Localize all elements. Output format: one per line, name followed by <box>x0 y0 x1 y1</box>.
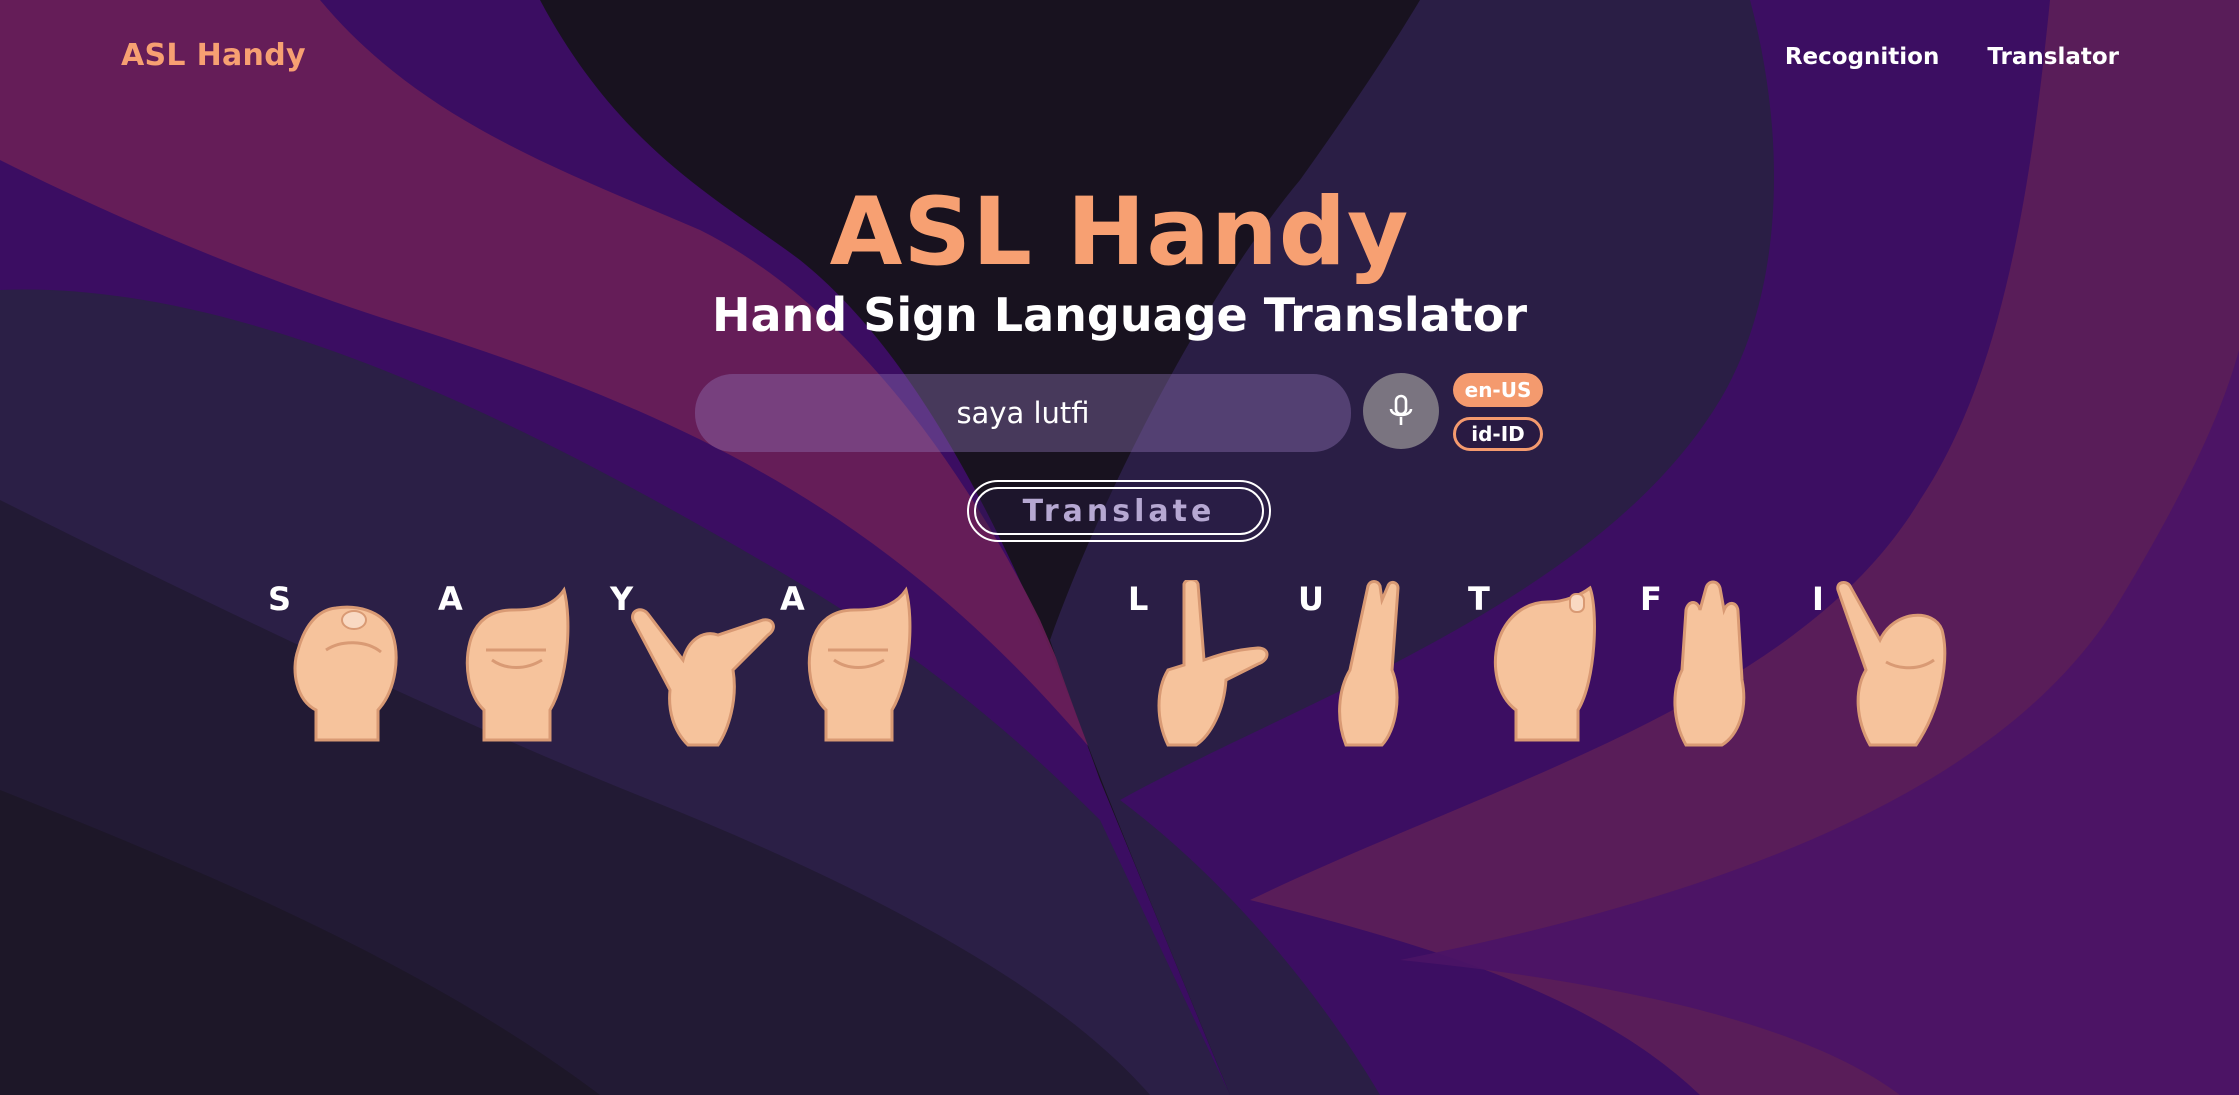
asl-a-hand-icon <box>465 586 570 742</box>
sign-item: T <box>1468 580 1608 760</box>
sign-item: A <box>780 580 920 760</box>
microphone-icon <box>1389 394 1413 425</box>
asl-u-hand-icon <box>1338 580 1400 747</box>
asl-t-hand-icon <box>1494 585 1596 742</box>
microphone-button[interactable] <box>1363 373 1439 449</box>
nav-link-translator[interactable]: Translator <box>1987 44 2119 70</box>
sign-item: L <box>1128 580 1269 760</box>
sign-letter: I <box>1812 580 1824 618</box>
asl-s-hand-icon <box>293 605 398 742</box>
sign-output: S A Y A L U T F I <box>0 580 2239 760</box>
sign-item: Y <box>610 580 775 760</box>
brand-logo[interactable]: ASL Handy <box>121 38 306 73</box>
sign-item: S <box>268 580 408 760</box>
background-waves <box>0 0 2239 1095</box>
sign-item: I <box>1812 580 1952 760</box>
top-navbar: ASL Handy Recognition Translator <box>0 0 2239 120</box>
translate-button-label: Translate <box>974 487 1264 535</box>
hero-title: ASL Handy <box>829 178 1410 287</box>
translate-button[interactable]: Translate <box>967 480 1271 542</box>
asl-l-hand-icon <box>1157 580 1269 747</box>
text-input[interactable] <box>695 374 1351 452</box>
sign-item: F <box>1640 580 1780 760</box>
nav-links: Recognition Translator <box>1785 44 2119 70</box>
sign-item: A <box>438 580 578 760</box>
lang-option-id-id[interactable]: id-ID <box>1453 417 1543 451</box>
asl-a-hand-icon <box>807 586 912 742</box>
asl-f-hand-icon <box>1673 580 1746 747</box>
hero-subtitle: Hand Sign Language Translator <box>711 288 1528 342</box>
sign-item: U <box>1298 580 1438 760</box>
asl-y-hand-icon <box>631 608 775 747</box>
asl-i-hand-icon <box>1836 581 1947 747</box>
nav-link-recognition[interactable]: Recognition <box>1785 44 1940 70</box>
lang-option-en-us[interactable]: en-US <box>1453 373 1543 407</box>
